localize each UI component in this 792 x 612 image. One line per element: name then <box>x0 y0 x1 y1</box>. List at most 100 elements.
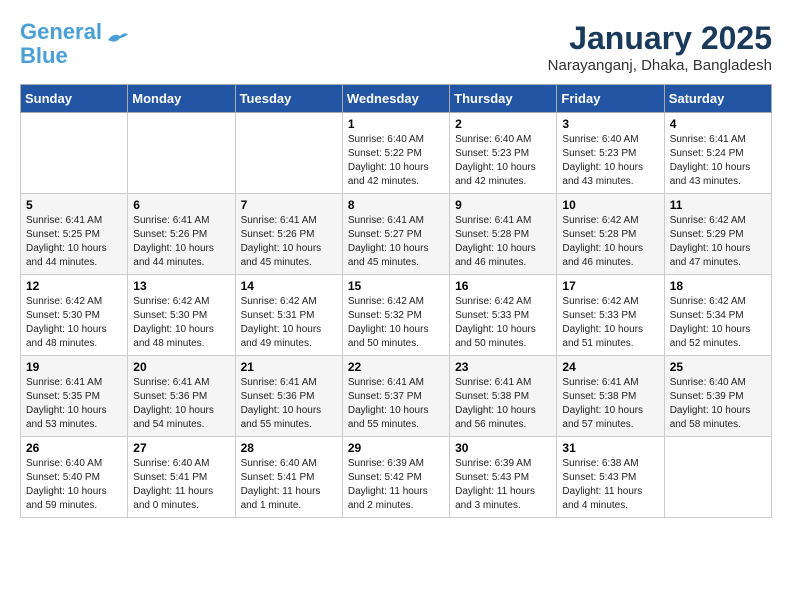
title-block: January 2025 Narayanganj, Dhaka, Banglad… <box>548 20 772 74</box>
weekday-header-row: SundayMondayTuesdayWednesdayThursdayFrid… <box>21 85 772 113</box>
day-info: Sunrise: 6:40 AM Sunset: 5:23 PM Dayligh… <box>455 133 551 189</box>
day-number: 3 <box>562 117 658 131</box>
day-number: 5 <box>26 198 122 212</box>
day-number: 14 <box>241 279 337 293</box>
calendar-cell: 16 Sunrise: 6:42 AM Sunset: 5:33 PM Dayli… <box>450 275 557 356</box>
calendar-cell: 23 Sunrise: 6:41 AM Sunset: 5:38 PM Dayli… <box>450 356 557 437</box>
calendar-cell: 24 Sunrise: 6:41 AM Sunset: 5:38 PM Dayli… <box>557 356 664 437</box>
calendar-week-row: 5 Sunrise: 6:41 AM Sunset: 5:25 PM Daylig… <box>21 194 772 275</box>
calendar-cell: 25 Sunrise: 6:40 AM Sunset: 5:39 PM Dayli… <box>664 356 771 437</box>
calendar-cell: 29Sunrise: 6:39 AM Sunset: 5:42 PM Dayli… <box>342 437 449 518</box>
logo-text: GeneralBlue <box>20 20 102 68</box>
calendar-cell: 4Sunrise: 6:41 AM Sunset: 5:24 PM Daylig… <box>664 113 771 194</box>
logo: GeneralBlue <box>20 20 128 68</box>
calendar-cell: 3 Sunrise: 6:40 AM Sunset: 5:23 PM Daylig… <box>557 113 664 194</box>
calendar-cell: 6 Sunrise: 6:41 AM Sunset: 5:26 PM Daylig… <box>128 194 235 275</box>
day-info: Sunrise: 6:41 AM Sunset: 5:38 PM Dayligh… <box>455 376 551 432</box>
calendar-cell <box>21 113 128 194</box>
day-info: Sunrise: 6:42 AM Sunset: 5:30 PM Dayligh… <box>133 295 229 351</box>
weekday-header-friday: Friday <box>557 85 664 113</box>
day-info: Sunrise: 6:41 AM Sunset: 5:25 PM Dayligh… <box>26 214 122 270</box>
weekday-header-saturday: Saturday <box>664 85 771 113</box>
calendar-cell: 19Sunrise: 6:41 AM Sunset: 5:35 PM Dayli… <box>21 356 128 437</box>
calendar-cell: 21 Sunrise: 6:41 AM Sunset: 5:36 PM Dayli… <box>235 356 342 437</box>
day-number: 25 <box>670 360 766 374</box>
day-info: Sunrise: 6:40 AM Sunset: 5:39 PM Dayligh… <box>670 376 766 432</box>
location: Narayanganj, Dhaka, Bangladesh <box>548 57 772 74</box>
day-info: Sunrise: 6:41 AM Sunset: 5:26 PM Dayligh… <box>241 214 337 270</box>
day-info: Sunrise: 6:42 AM Sunset: 5:33 PM Dayligh… <box>455 295 551 351</box>
calendar-week-row: 1 Sunrise: 6:40 AM Sunset: 5:22 PM Daylig… <box>21 113 772 194</box>
day-number: 23 <box>455 360 551 374</box>
day-info: Sunrise: 6:41 AM Sunset: 5:38 PM Dayligh… <box>562 376 658 432</box>
day-info: Sunrise: 6:41 AM Sunset: 5:28 PM Dayligh… <box>455 214 551 270</box>
day-number: 15 <box>348 279 444 293</box>
calendar-cell: 12 Sunrise: 6:42 AM Sunset: 5:30 PM Dayli… <box>21 275 128 356</box>
calendar-cell: 7Sunrise: 6:41 AM Sunset: 5:26 PM Daylig… <box>235 194 342 275</box>
day-number: 24 <box>562 360 658 374</box>
calendar-cell: 8Sunrise: 6:41 AM Sunset: 5:27 PM Daylig… <box>342 194 449 275</box>
day-number: 29 <box>348 441 444 455</box>
day-number: 20 <box>133 360 229 374</box>
day-info: Sunrise: 6:40 AM Sunset: 5:22 PM Dayligh… <box>348 133 444 189</box>
calendar-cell: 18 Sunrise: 6:42 AM Sunset: 5:34 PM Dayli… <box>664 275 771 356</box>
day-number: 21 <box>241 360 337 374</box>
day-number: 1 <box>348 117 444 131</box>
day-number: 26 <box>26 441 122 455</box>
day-info: Sunrise: 6:42 AM Sunset: 5:28 PM Dayligh… <box>562 214 658 270</box>
day-info: Sunrise: 6:41 AM Sunset: 5:26 PM Dayligh… <box>133 214 229 270</box>
day-info: Sunrise: 6:42 AM Sunset: 5:34 PM Dayligh… <box>670 295 766 351</box>
day-info: Sunrise: 6:41 AM Sunset: 5:24 PM Dayligh… <box>670 133 766 189</box>
weekday-header-tuesday: Tuesday <box>235 85 342 113</box>
day-info: Sunrise: 6:40 AM Sunset: 5:41 PM Dayligh… <box>241 457 337 513</box>
calendar-cell: 9Sunrise: 6:41 AM Sunset: 5:28 PM Daylig… <box>450 194 557 275</box>
day-number: 12 <box>26 279 122 293</box>
calendar-cell: 2 Sunrise: 6:40 AM Sunset: 5:23 PM Daylig… <box>450 113 557 194</box>
day-number: 6 <box>133 198 229 212</box>
day-number: 11 <box>670 198 766 212</box>
month-year: January 2025 <box>548 20 772 57</box>
calendar-cell: 30 Sunrise: 6:39 AM Sunset: 5:43 PM Dayli… <box>450 437 557 518</box>
day-number: 22 <box>348 360 444 374</box>
day-number: 30 <box>455 441 551 455</box>
day-number: 2 <box>455 117 551 131</box>
calendar-cell: 20 Sunrise: 6:41 AM Sunset: 5:36 PM Dayli… <box>128 356 235 437</box>
page-header: GeneralBlue January 2025 Narayanganj, Dh… <box>20 20 772 74</box>
day-info: Sunrise: 6:40 AM Sunset: 5:23 PM Dayligh… <box>562 133 658 189</box>
day-info: Sunrise: 6:42 AM Sunset: 5:33 PM Dayligh… <box>562 295 658 351</box>
day-number: 13 <box>133 279 229 293</box>
calendar-cell: 26 Sunrise: 6:40 AM Sunset: 5:40 PM Dayli… <box>21 437 128 518</box>
day-info: Sunrise: 6:42 AM Sunset: 5:29 PM Dayligh… <box>670 214 766 270</box>
day-info: Sunrise: 6:41 AM Sunset: 5:36 PM Dayligh… <box>133 376 229 432</box>
day-number: 17 <box>562 279 658 293</box>
calendar-table: SundayMondayTuesdayWednesdayThursdayFrid… <box>20 84 772 518</box>
day-number: 18 <box>670 279 766 293</box>
day-info: Sunrise: 6:40 AM Sunset: 5:40 PM Dayligh… <box>26 457 122 513</box>
calendar-cell: 27Sunrise: 6:40 AM Sunset: 5:41 PM Dayli… <box>128 437 235 518</box>
weekday-header-monday: Monday <box>128 85 235 113</box>
day-number: 16 <box>455 279 551 293</box>
calendar-cell: 13 Sunrise: 6:42 AM Sunset: 5:30 PM Dayli… <box>128 275 235 356</box>
weekday-header-wednesday: Wednesday <box>342 85 449 113</box>
calendar-cell <box>664 437 771 518</box>
calendar-cell: 10Sunrise: 6:42 AM Sunset: 5:28 PM Dayli… <box>557 194 664 275</box>
day-number: 28 <box>241 441 337 455</box>
logo-bird-icon <box>106 30 128 48</box>
day-number: 27 <box>133 441 229 455</box>
day-info: Sunrise: 6:42 AM Sunset: 5:31 PM Dayligh… <box>241 295 337 351</box>
day-info: Sunrise: 6:42 AM Sunset: 5:30 PM Dayligh… <box>26 295 122 351</box>
day-number: 31 <box>562 441 658 455</box>
calendar-cell: 11 Sunrise: 6:42 AM Sunset: 5:29 PM Dayli… <box>664 194 771 275</box>
calendar-cell: 22 Sunrise: 6:41 AM Sunset: 5:37 PM Dayli… <box>342 356 449 437</box>
calendar-cell <box>128 113 235 194</box>
day-info: Sunrise: 6:38 AM Sunset: 5:43 PM Dayligh… <box>562 457 658 513</box>
calendar-cell: 28 Sunrise: 6:40 AM Sunset: 5:41 PM Dayli… <box>235 437 342 518</box>
calendar-cell: 17 Sunrise: 6:42 AM Sunset: 5:33 PM Dayli… <box>557 275 664 356</box>
day-info: Sunrise: 6:39 AM Sunset: 5:43 PM Dayligh… <box>455 457 551 513</box>
day-info: Sunrise: 6:41 AM Sunset: 5:36 PM Dayligh… <box>241 376 337 432</box>
day-info: Sunrise: 6:41 AM Sunset: 5:27 PM Dayligh… <box>348 214 444 270</box>
day-info: Sunrise: 6:42 AM Sunset: 5:32 PM Dayligh… <box>348 295 444 351</box>
calendar-week-row: 12 Sunrise: 6:42 AM Sunset: 5:30 PM Dayli… <box>21 275 772 356</box>
calendar-week-row: 26 Sunrise: 6:40 AM Sunset: 5:40 PM Dayli… <box>21 437 772 518</box>
day-info: Sunrise: 6:41 AM Sunset: 5:37 PM Dayligh… <box>348 376 444 432</box>
